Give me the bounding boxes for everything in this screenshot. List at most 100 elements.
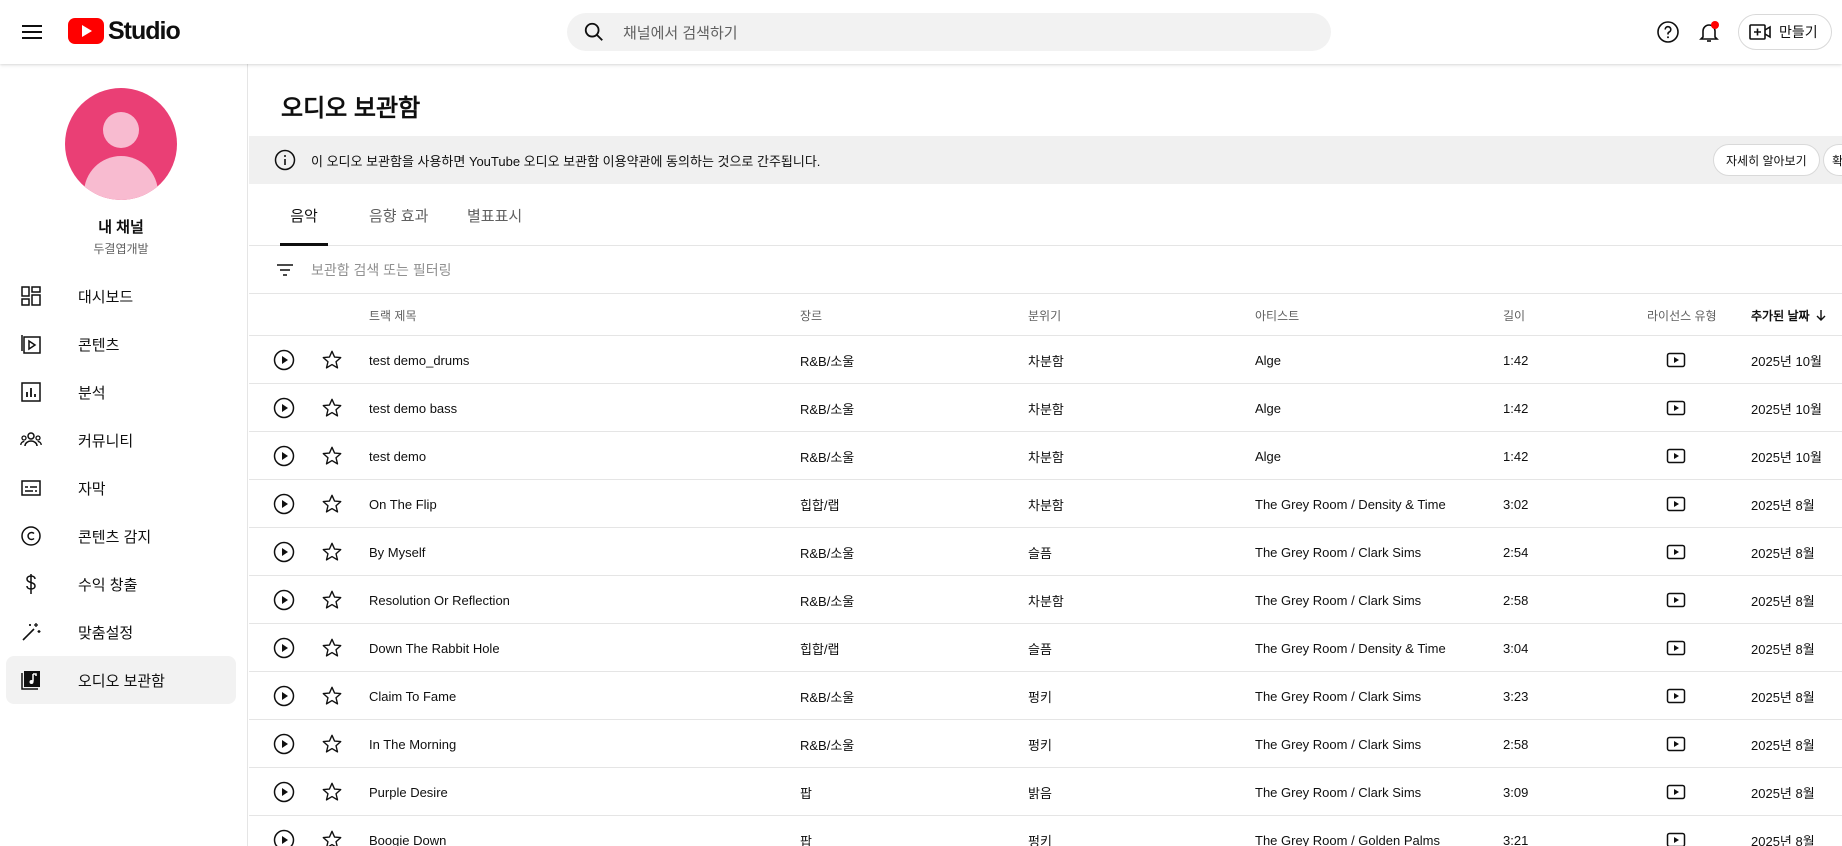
sidebar-item-content[interactable]: 콘텐츠 [6,320,236,368]
sidebar-item-label: 수익 창출 [78,576,138,594]
star-icon[interactable] [320,444,344,468]
play-icon[interactable] [272,732,296,756]
license-youtube-icon[interactable] [1666,542,1686,562]
tab-music[interactable]: 음악 [280,184,328,246]
filter-input[interactable]: 보관함 검색 또는 필터링 [311,260,451,280]
play-icon[interactable] [272,540,296,564]
play-icon[interactable] [272,444,296,468]
filter-bar[interactable]: 보관함 검색 또는 필터링 [249,246,1842,294]
star-icon[interactable] [320,492,344,516]
column-header-artist[interactable]: 아티스트 [1255,294,1299,336]
content-icon [20,333,42,355]
star-icon[interactable] [320,684,344,708]
sidebar-item-content-detection[interactable]: 콘텐츠 감지 [6,512,236,560]
sidebar-item-monetization[interactable]: 수익 창출 [6,560,236,608]
license-youtube-icon[interactable] [1666,494,1686,514]
play-icon[interactable] [272,636,296,660]
play-icon[interactable] [272,828,296,846]
star-icon[interactable] [320,828,344,846]
table-row[interactable]: Purple Desire 팝 밝음 The Grey Room / Clark Si… [249,768,1842,816]
confirm-button[interactable]: 확 [1823,144,1842,176]
track-added-date: 2025년 8월 [1751,545,1815,561]
track-added-date: 2025년 8월 [1751,689,1815,705]
filter-icon[interactable] [275,260,295,280]
play-icon[interactable] [272,684,296,708]
search-bar[interactable]: 채널에서 검색하기 [567,13,1331,51]
license-youtube-icon[interactable] [1666,686,1686,706]
star-icon[interactable] [320,636,344,660]
sidebar-item-community[interactable]: 커뮤니티 [6,416,236,464]
track-genre: R&B/소울 [800,449,855,465]
column-header-added-date[interactable]: 추가된 날짜 [1751,294,1828,336]
table-row[interactable]: test demo_drums R&B/소울 차분함 Alge 1:42 2025년 10… [249,336,1842,384]
table-row[interactable]: test demo R&B/소울 차분함 Alge 1:42 2025년 10월 [249,432,1842,480]
play-icon[interactable] [272,492,296,516]
star-icon[interactable] [320,396,344,420]
tab-sound-effects[interactable]: 음향 효과 [369,184,428,246]
table-row[interactable]: Down The Rabbit Hole 힙합/랩 슬픔 The Grey Room … [249,624,1842,672]
column-header-genre[interactable]: 장르 [800,294,822,336]
table-row[interactable]: Boogie Down 팝 펑키 The Grey Room / Golden Pal… [249,816,1842,846]
track-length: 3:09 [1503,784,1529,800]
table-row[interactable]: On The Flip 힙합/랩 차분함 The Grey Room / Densit… [249,480,1842,528]
create-video-icon [1749,24,1771,40]
search-input[interactable]: 채널에서 검색하기 [623,22,738,43]
track-title: By Myself [369,544,426,560]
play-icon[interactable] [272,780,296,804]
star-icon[interactable] [320,540,344,564]
table-row[interactable]: By Myself R&B/소울 슬픔 The Grey Room / Clark S… [249,528,1842,576]
notification-bell-icon[interactable] [1697,20,1721,44]
play-icon[interactable] [272,348,296,372]
sidebar-item-analytics[interactable]: 분석 [6,368,236,416]
help-icon[interactable] [1656,20,1680,44]
star-icon[interactable] [320,732,344,756]
track-artist: The Grey Room / Density & Time [1255,496,1446,512]
star-icon[interactable] [320,780,344,804]
license-youtube-icon[interactable] [1666,350,1686,370]
track-genre: R&B/소울 [800,593,855,609]
youtube-studio-logo[interactable]: Studio [68,16,181,46]
license-youtube-icon[interactable] [1666,830,1686,846]
info-icon [274,149,296,171]
star-icon[interactable] [320,588,344,612]
sidebar-item-dashboard[interactable]: 대시보드 [6,272,236,320]
track-added-date: 2025년 8월 [1751,833,1815,846]
license-youtube-icon[interactable] [1666,638,1686,658]
license-youtube-icon[interactable] [1666,398,1686,418]
learn-more-button[interactable]: 자세히 알아보기 [1713,144,1820,176]
table-row[interactable]: Claim To Fame R&B/소울 펑키 The Grey Room / Cla… [249,672,1842,720]
star-icon[interactable] [320,348,344,372]
track-artist: The Grey Room / Clark Sims [1255,544,1422,560]
column-header-license[interactable]: 라이선스 유형 [1647,294,1717,336]
channel-avatar[interactable] [65,88,177,200]
track-genre: 힙합/랩 [800,497,840,513]
track-mood: 차분함 [1028,449,1064,465]
column-header-mood[interactable]: 분위기 [1028,294,1061,336]
table-row[interactable]: test demo bass R&B/소울 차분함 Alge 1:42 2025년 10월 [249,384,1842,432]
column-header-length[interactable]: 길이 [1503,294,1525,336]
tab-starred[interactable]: 별표표시 [467,184,522,246]
track-length: 2:58 [1503,736,1529,752]
track-artist: The Grey Room / Density & Time [1255,640,1446,656]
sidebar-item-audio-library[interactable]: 오디오 보관함 [6,656,236,704]
license-youtube-icon[interactable] [1666,590,1686,610]
track-genre: R&B/소울 [800,353,855,369]
play-icon[interactable] [272,396,296,420]
license-youtube-icon[interactable] [1666,446,1686,466]
track-title: Resolution Or Reflection [369,592,510,608]
table-row[interactable]: Resolution Or Reflection R&B/소울 차분함 The Gre… [249,576,1842,624]
license-youtube-icon[interactable] [1666,734,1686,754]
sidebar-item-customization[interactable]: 맞춤설정 [6,608,236,656]
track-title: On The Flip [369,496,437,512]
license-youtube-icon[interactable] [1666,782,1686,802]
sidebar-item-subtitles[interactable]: 자막 [6,464,236,512]
play-icon[interactable] [272,588,296,612]
channel-handle: 두결엽개발 [93,242,149,256]
youtube-logo-icon [68,18,104,44]
track-artist: The Grey Room / Clark Sims [1255,736,1422,752]
column-header-title[interactable]: 트랙 제목 [369,294,417,336]
track-genre: R&B/소울 [800,545,855,561]
table-row[interactable]: In The Morning R&B/소울 펑키 The Grey Room / Cl… [249,720,1842,768]
create-button[interactable]: 만들기 [1738,14,1832,50]
menu-icon[interactable] [16,16,48,48]
